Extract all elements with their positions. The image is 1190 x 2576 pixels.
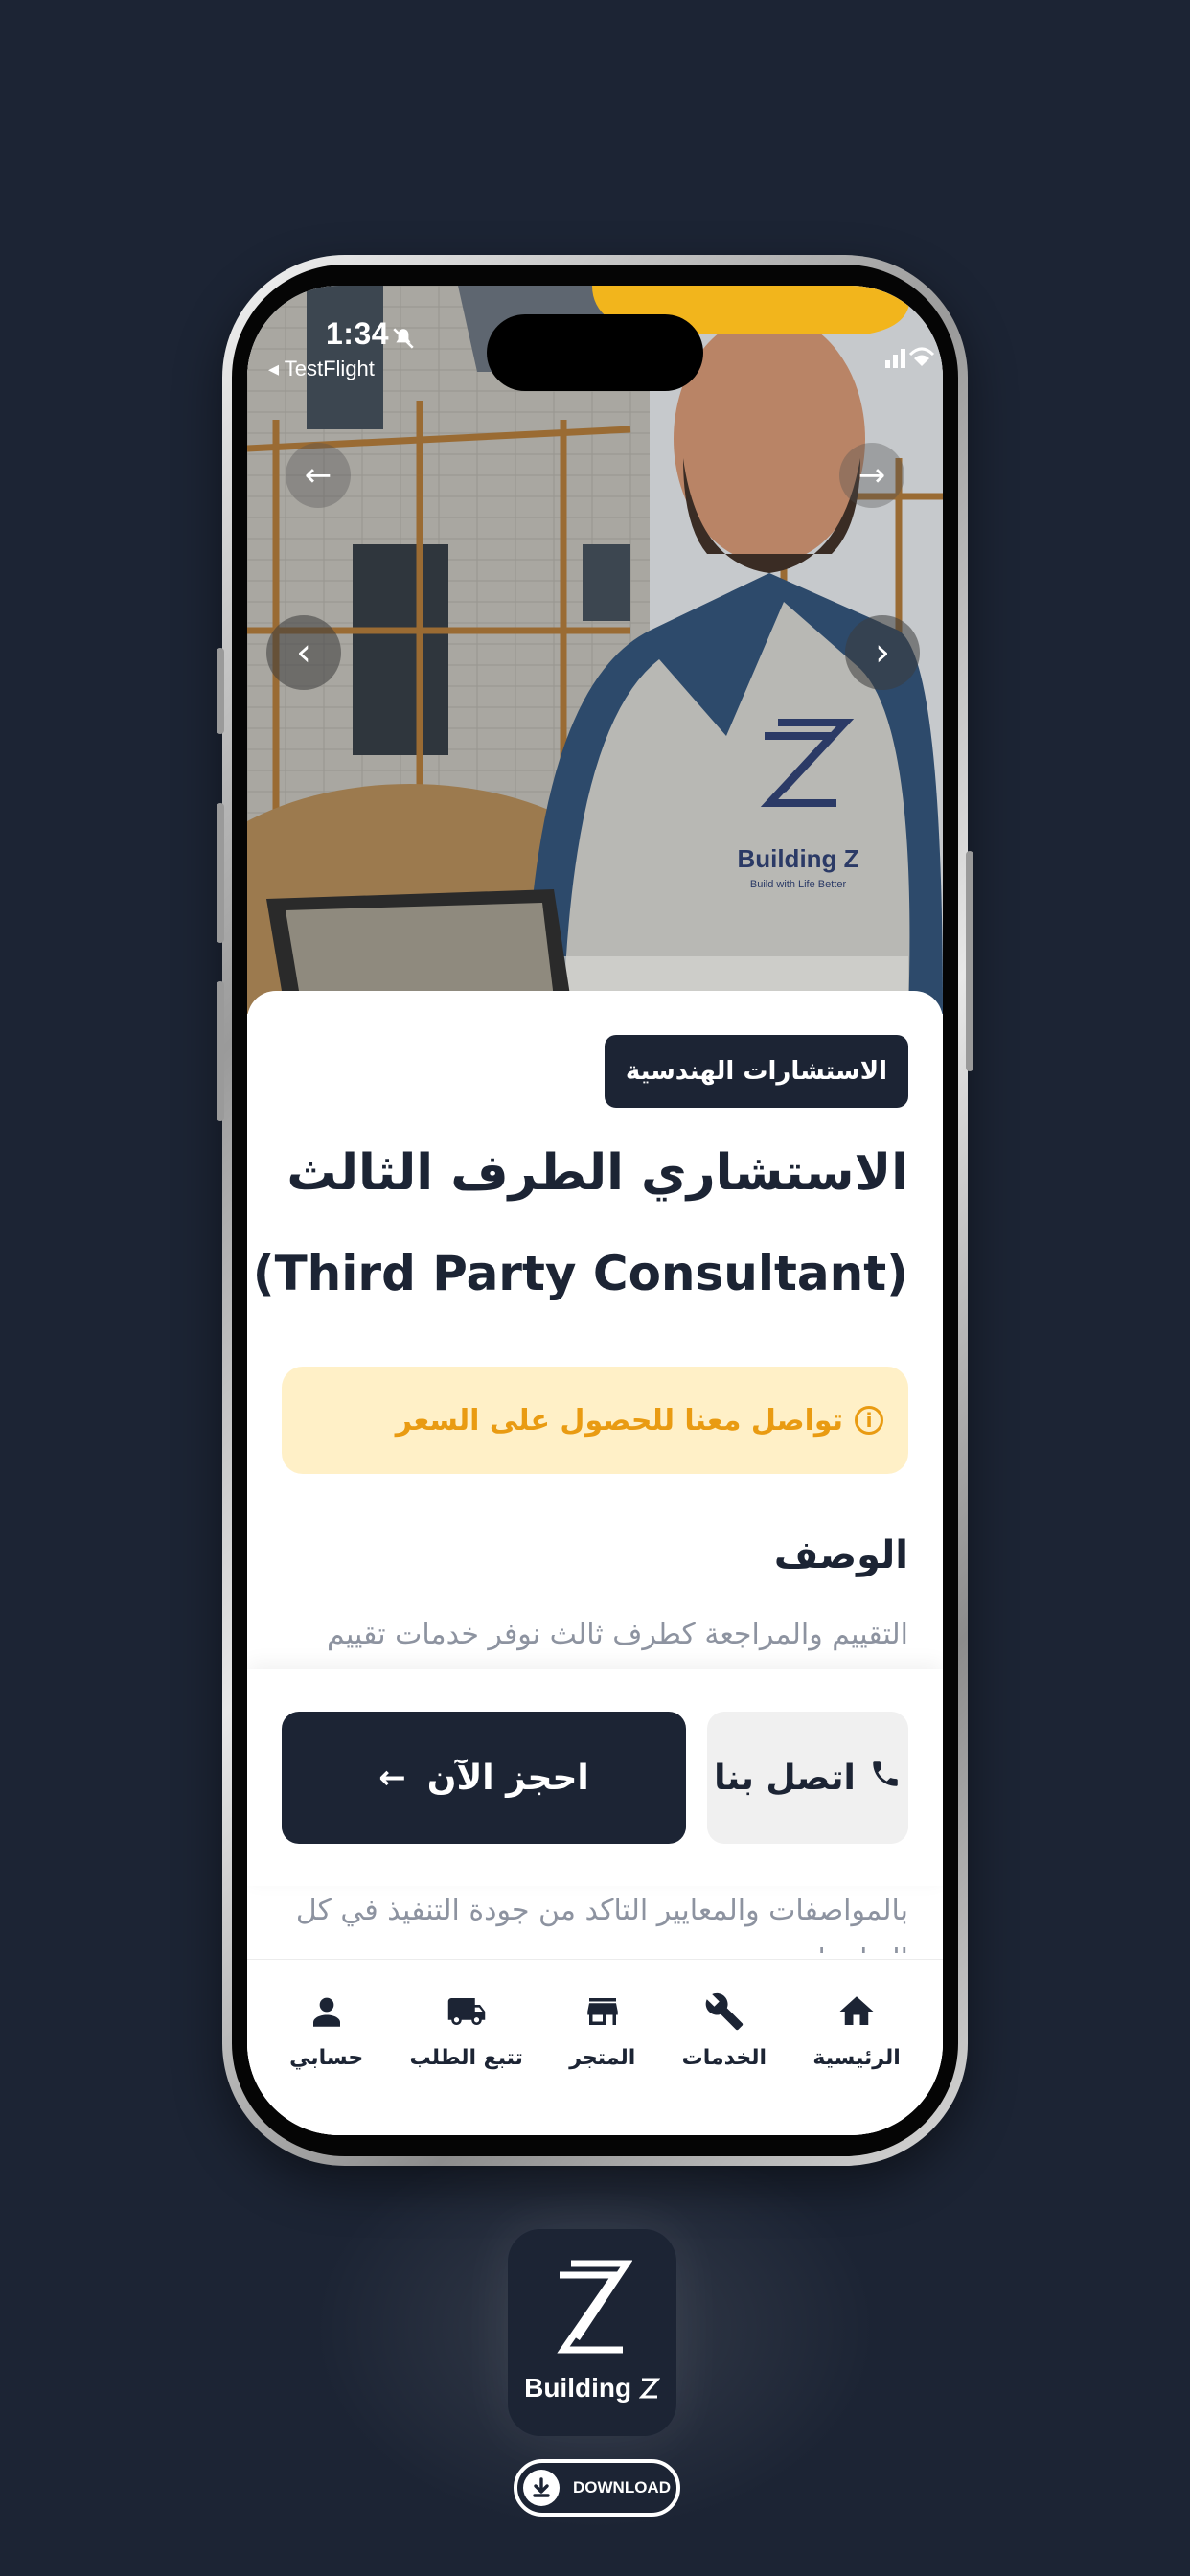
power-button bbox=[966, 851, 973, 1071]
truck-icon bbox=[445, 1987, 489, 2036]
description-text-line1: التقييم والمراجعة كطرف ثالث نوفر خدمات ت… bbox=[326, 1618, 908, 1651]
arrow-left-icon: ← bbox=[304, 456, 332, 494]
dynamic-island bbox=[487, 314, 703, 391]
bell-muted-icon bbox=[393, 328, 414, 349]
person-icon bbox=[307, 1987, 347, 2036]
nav-item-home[interactable]: الرئيسية bbox=[812, 1987, 901, 2070]
download-button[interactable]: DOWNLOAD bbox=[514, 2459, 680, 2517]
contact-us-button[interactable]: اتصل بنا bbox=[707, 1712, 908, 1844]
chevron-left-icon: ‹ bbox=[296, 631, 311, 675]
chevron-right-icon: › bbox=[875, 631, 890, 675]
volume-down-button bbox=[217, 981, 224, 1121]
share-button[interactable]: → bbox=[839, 443, 904, 508]
nav-label-store: المتجر bbox=[569, 2046, 636, 2070]
description-heading: الوصف bbox=[773, 1533, 908, 1577]
action-bar: احجز الآن ← اتصل بنا bbox=[247, 1669, 943, 1886]
wrench-icon bbox=[704, 1987, 744, 2036]
vest-tagline-text: Build with Life Better bbox=[750, 879, 847, 890]
hero-image: Building Z Build with Life Better 1:34 ◂… bbox=[247, 286, 943, 1014]
nav-item-track-order[interactable]: تتبع الطلب bbox=[410, 1987, 523, 2070]
phone-icon bbox=[869, 1758, 902, 1799]
vest-brand-text: Building Z bbox=[737, 844, 858, 873]
volume-up-button bbox=[217, 803, 224, 943]
nav-label-track-order: تتبع الطلب bbox=[409, 2046, 523, 2070]
description-text-continued: بالمواصفات والمعايير التاكد من جودة التن… bbox=[286, 1886, 908, 1953]
nav-label-home: الرئيسية bbox=[812, 2046, 901, 2070]
action-button bbox=[217, 648, 224, 734]
arrow-left-icon: ← bbox=[378, 1759, 406, 1797]
app-logo: Building bbox=[508, 2229, 676, 2436]
bottom-navigation: الرئيسية الخدمات المتجر تتبع الطلب حسابي bbox=[247, 1959, 943, 2135]
testflight-back-link[interactable]: ◂ TestFlight bbox=[268, 356, 375, 381]
info-icon: i bbox=[855, 1406, 883, 1435]
price-contact-box: i تواصل معنا للحصول على السعر bbox=[282, 1367, 908, 1474]
book-now-label: احجز الآن bbox=[426, 1758, 589, 1798]
next-image-button[interactable]: › bbox=[845, 615, 920, 690]
logo-wordmark: Building bbox=[524, 2373, 632, 2403]
download-arrow-icon bbox=[523, 2470, 560, 2506]
back-button[interactable]: ← bbox=[286, 443, 351, 508]
hero-illustration: Building Z Build with Life Better bbox=[247, 286, 943, 1014]
previous-image-button[interactable]: ‹ bbox=[266, 615, 341, 690]
logo-text: Building bbox=[508, 2373, 676, 2404]
download-label: DOWNLOAD bbox=[573, 2478, 671, 2496]
nav-item-account[interactable]: حسابي bbox=[289, 1987, 363, 2070]
description-text-line2: بالمواصفات والمعايير التاكد من جودة التن… bbox=[295, 1894, 908, 1927]
description-text-line3: التفاصيل bbox=[286, 1936, 908, 1953]
contact-us-label: اتصل بنا bbox=[714, 1758, 856, 1798]
signal-wifi-battery-icon bbox=[885, 347, 935, 368]
store-icon bbox=[583, 1987, 623, 2036]
service-title-english: (Third Party Consultant) bbox=[252, 1246, 908, 1301]
book-now-button[interactable]: احجز الآن ← bbox=[282, 1712, 686, 1844]
logo-z-mark-icon bbox=[638, 2378, 661, 2399]
building-z-logo-icon bbox=[557, 2260, 632, 2354]
nav-label-services: الخدمات bbox=[681, 2046, 767, 2070]
app-screen: Building Z Build with Life Better 1:34 ◂… bbox=[247, 286, 943, 2135]
nav-item-store[interactable]: المتجر bbox=[569, 1987, 635, 2070]
status-time: 1:34 bbox=[326, 316, 390, 351]
nav-label-account: حسابي bbox=[289, 2046, 364, 2070]
price-note: تواصل معنا للحصول على السعر bbox=[395, 1403, 843, 1438]
arrow-right-icon: → bbox=[858, 456, 886, 494]
category-chip[interactable]: الاستشارات الهندسية bbox=[604, 1035, 908, 1108]
home-icon bbox=[836, 1987, 877, 2036]
nav-item-services[interactable]: الخدمات bbox=[682, 1987, 767, 2070]
service-title-arabic: الاستشاري الطرف الثالث bbox=[286, 1144, 908, 1202]
